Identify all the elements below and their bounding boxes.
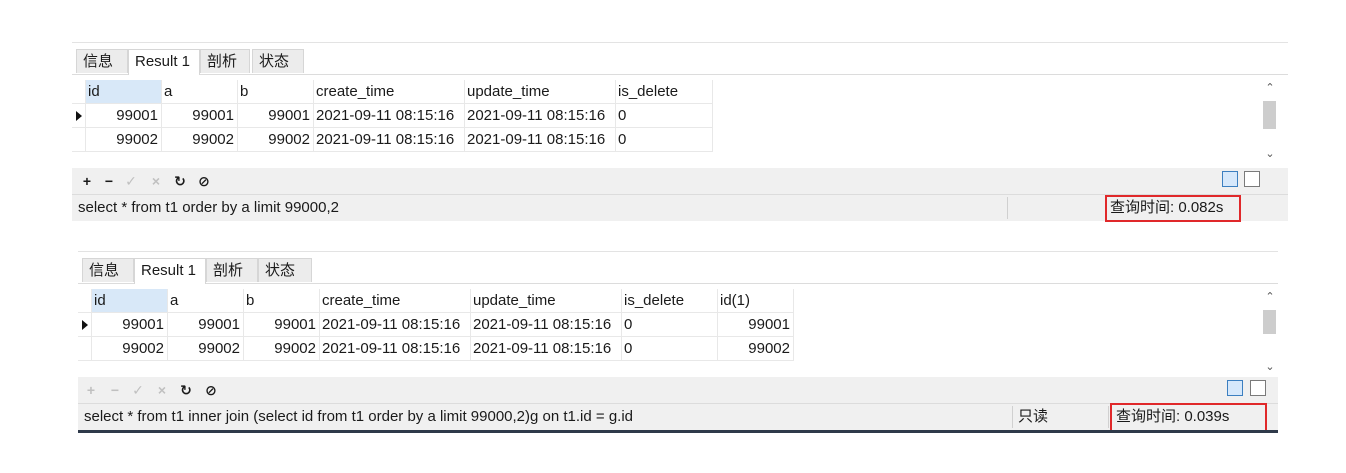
- column-header-a[interactable]: a: [168, 289, 244, 313]
- column-header-create-time[interactable]: create_time: [314, 80, 465, 104]
- row-marker[interactable]: [72, 104, 86, 128]
- column-header-id[interactable]: id: [86, 80, 162, 104]
- table-cell[interactable]: 2021-09-11 08:15:16: [465, 128, 616, 152]
- scroll-thumb[interactable]: [1263, 101, 1276, 129]
- table-cell[interactable]: 2021-09-11 08:15:16: [320, 313, 471, 337]
- result-panel-1: 信息 Result 1 剖析 状态 id a b create_time upd…: [72, 42, 1288, 222]
- scroll-up-icon[interactable]: ⌃: [1262, 290, 1278, 304]
- status-divider: [1012, 406, 1013, 428]
- column-header-b[interactable]: b: [238, 80, 314, 104]
- column-header-update-time[interactable]: update_time: [471, 289, 622, 313]
- table-cell[interactable]: 99001: [168, 313, 244, 337]
- stop-icon[interactable]: ⊘: [204, 381, 218, 399]
- add-icon[interactable]: +: [80, 172, 94, 190]
- highlight-box: [1110, 403, 1267, 432]
- row-header-corner: [78, 289, 92, 313]
- table-cell[interactable]: 99001: [86, 104, 162, 128]
- current-row-arrow-icon: [76, 111, 82, 121]
- row-header-corner: [72, 80, 86, 104]
- tab-info[interactable]: 信息: [76, 49, 128, 73]
- result-panel-2: 信息 Result 1 剖析 状态 id a b create_time upd…: [78, 251, 1278, 436]
- discard-icon[interactable]: ×: [149, 172, 163, 190]
- tab-profile[interactable]: 剖析: [206, 258, 258, 282]
- tab-info[interactable]: 信息: [82, 258, 134, 282]
- table-cell[interactable]: 99002: [92, 337, 168, 361]
- window-bottom-border: [78, 430, 1278, 433]
- table-cell[interactable]: 99001: [162, 104, 238, 128]
- table-cell[interactable]: 0: [616, 128, 713, 152]
- table-cell[interactable]: 99001: [238, 104, 314, 128]
- column-header-is-delete[interactable]: is_delete: [622, 289, 718, 313]
- grid-view-icon[interactable]: [1227, 380, 1243, 396]
- current-row-arrow-icon: [82, 320, 88, 330]
- column-header-id[interactable]: id: [92, 289, 168, 313]
- table-cell[interactable]: 0: [622, 313, 718, 337]
- tab-profile[interactable]: 剖析: [200, 49, 250, 73]
- table-cell[interactable]: 2021-09-11 08:15:16: [314, 128, 465, 152]
- apply-icon[interactable]: ✓: [124, 172, 138, 190]
- scroll-thumb[interactable]: [1263, 310, 1276, 334]
- status-bar: select * from t1 order by a limit 99000,…: [72, 194, 1288, 222]
- row-marker[interactable]: [78, 337, 92, 361]
- table-cell[interactable]: 2021-09-11 08:15:16: [320, 337, 471, 361]
- table-cell[interactable]: 99001: [244, 313, 320, 337]
- table-cell[interactable]: 0: [616, 104, 713, 128]
- apply-icon[interactable]: ✓: [131, 381, 145, 399]
- vertical-scrollbar[interactable]: ⌃ ⌄: [1262, 290, 1278, 376]
- table-cell[interactable]: 99002: [718, 337, 794, 361]
- delete-icon[interactable]: −: [102, 172, 116, 190]
- table-cell[interactable]: 0: [622, 337, 718, 361]
- table-cell[interactable]: 2021-09-11 08:15:16: [471, 313, 622, 337]
- tab-strip: 信息 Result 1 剖析 状态: [72, 49, 1288, 75]
- table-cell[interactable]: 99002: [162, 128, 238, 152]
- tab-result-1[interactable]: Result 1: [134, 258, 206, 284]
- table-cell[interactable]: 99001: [718, 313, 794, 337]
- refresh-icon[interactable]: ↻: [173, 172, 187, 190]
- delete-icon[interactable]: −: [108, 381, 122, 399]
- table-cell[interactable]: 99002: [168, 337, 244, 361]
- table-cell[interactable]: 99002: [238, 128, 314, 152]
- status-divider: [1108, 406, 1109, 428]
- scroll-up-icon[interactable]: ⌃: [1262, 81, 1278, 95]
- table-cell[interactable]: 99001: [92, 313, 168, 337]
- tab-result-1[interactable]: Result 1: [128, 49, 200, 75]
- tab-status[interactable]: 状态: [258, 258, 312, 282]
- status-bar: select * from t1 inner join (select id f…: [78, 403, 1278, 432]
- column-header-create-time[interactable]: create_time: [320, 289, 471, 313]
- add-icon[interactable]: +: [84, 381, 98, 399]
- scroll-down-icon[interactable]: ⌄: [1262, 360, 1278, 374]
- table-cell[interactable]: 99002: [244, 337, 320, 361]
- table-cell[interactable]: 99002: [86, 128, 162, 152]
- table-cell[interactable]: 2021-09-11 08:15:16: [314, 104, 465, 128]
- highlight-box: [1105, 195, 1241, 222]
- vertical-scrollbar[interactable]: ⌃ ⌄: [1262, 81, 1278, 169]
- column-header-id-1[interactable]: id(1): [718, 289, 794, 313]
- column-header-update-time[interactable]: update_time: [465, 80, 616, 104]
- grid-toolbar: + − ✓ × ↻ ⊘: [78, 377, 1278, 403]
- sql-statement: select * from t1 inner join (select id f…: [84, 408, 634, 425]
- readonly-indicator: 只读: [1018, 408, 1049, 425]
- tab-strip: 信息 Result 1 剖析 状态: [78, 258, 1278, 284]
- scroll-down-icon[interactable]: ⌄: [1262, 147, 1278, 161]
- grid-toolbar: + − ✓ × ↻ ⊘: [72, 168, 1288, 194]
- tab-status[interactable]: 状态: [252, 49, 304, 73]
- column-header-a[interactable]: a: [162, 80, 238, 104]
- row-marker[interactable]: [72, 128, 86, 152]
- status-divider: [1007, 197, 1008, 219]
- form-view-icon[interactable]: [1250, 380, 1266, 396]
- table-cell[interactable]: 2021-09-11 08:15:16: [465, 104, 616, 128]
- row-marker[interactable]: [78, 313, 92, 337]
- grid-view-icon[interactable]: [1222, 171, 1238, 187]
- table-cell[interactable]: 2021-09-11 08:15:16: [471, 337, 622, 361]
- column-header-is-delete[interactable]: is_delete: [616, 80, 713, 104]
- discard-icon[interactable]: ×: [155, 381, 169, 399]
- stop-icon[interactable]: ⊘: [197, 172, 211, 190]
- sql-statement: select * from t1 order by a limit 99000,…: [78, 199, 339, 216]
- refresh-icon[interactable]: ↻: [179, 381, 193, 399]
- form-view-icon[interactable]: [1244, 171, 1260, 187]
- column-header-b[interactable]: b: [244, 289, 320, 313]
